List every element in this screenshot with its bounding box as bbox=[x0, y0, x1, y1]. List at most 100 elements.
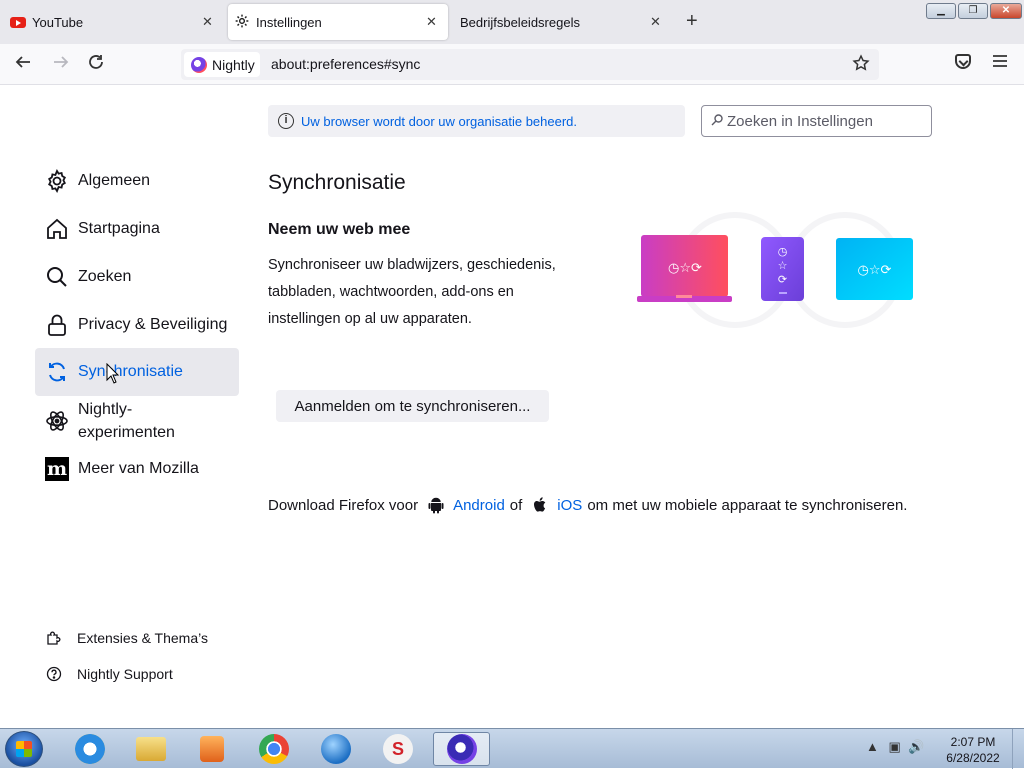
tab-title: YouTube bbox=[32, 14, 84, 30]
sidebar-item-general[interactable]: Algemeen bbox=[35, 157, 239, 205]
clock-date: 6/28/2022 bbox=[946, 751, 1000, 765]
sidebar-item-sync[interactable]: Synchronisatie bbox=[35, 348, 239, 396]
firefox-nightly-icon bbox=[446, 734, 477, 764]
gear-icon bbox=[45, 169, 69, 193]
sidebar-item-label: Synchronisatie bbox=[78, 363, 183, 380]
media-player-icon bbox=[200, 736, 224, 762]
youtube-icon bbox=[10, 16, 26, 28]
android-link[interactable]: Android bbox=[453, 497, 505, 514]
nightly-support-link[interactable]: Nightly Support bbox=[46, 666, 173, 682]
footer-link-label: Nightly Support bbox=[77, 666, 173, 682]
android-icon bbox=[427, 496, 445, 514]
identity-label: Nightly bbox=[212, 56, 255, 73]
sidebar-item-label: Algemeen bbox=[78, 172, 151, 189]
sidebar-item-experiments[interactable]: Nightly- experimenten bbox=[35, 397, 239, 445]
chrome-icon bbox=[259, 734, 289, 764]
taskbar: S ▲ ▣ 🔊 2:07 PM 6/28/2022 bbox=[0, 728, 1024, 769]
url-bar[interactable]: Nightly about:preferences#sync bbox=[181, 49, 879, 80]
lock-icon bbox=[45, 313, 69, 337]
atom-icon bbox=[45, 409, 69, 433]
help-icon bbox=[46, 666, 62, 682]
arrow-right-icon bbox=[54, 56, 69, 68]
svg-text:⟳: ⟳ bbox=[778, 273, 787, 286]
forward-button[interactable] bbox=[52, 53, 70, 76]
tab-youtube[interactable]: YouTube ✕ bbox=[4, 4, 222, 40]
sync-devices-illustration: ◷☆⟳ ◷ ☆ ⟳ ◷☆⟳ bbox=[637, 212, 913, 328]
mozilla-icon: m bbox=[45, 457, 69, 481]
search-icon bbox=[711, 113, 723, 129]
navigation-toolbar: Nightly about:preferences#sync bbox=[0, 44, 1024, 85]
taskbar-firefox-nightly[interactable] bbox=[433, 732, 490, 766]
download-firefox-line: Download Firefox voor Android of iOS om … bbox=[268, 496, 907, 514]
reload-button[interactable] bbox=[87, 53, 105, 76]
clock-time: 2:07 PM bbox=[950, 735, 996, 749]
policy-link[interactable]: Uw browser wordt door uw organisatie beh… bbox=[301, 114, 577, 129]
sync-description: Synchroniseer uw bladwijzers, geschieden… bbox=[268, 257, 556, 327]
sidebar-item-label: Privacy & Beveiliging bbox=[78, 316, 228, 333]
download-prefix: Download Firefox voor bbox=[268, 496, 419, 514]
home-icon bbox=[45, 217, 69, 241]
tab-policies[interactable]: Bedrijfsbeleidsregels ✕ bbox=[452, 4, 670, 40]
show-hidden-icons-icon[interactable]: ▲ bbox=[866, 739, 879, 754]
taskbar-chrome[interactable] bbox=[248, 732, 300, 766]
footer-link-label: Extensies & Thema’s bbox=[77, 630, 208, 646]
sync-icon bbox=[45, 360, 69, 384]
identity-box[interactable]: Nightly bbox=[184, 52, 260, 77]
sidebar-item-privacy[interactable]: Privacy & Beveiliging bbox=[35, 301, 239, 349]
svg-text:◷☆⟳: ◷☆⟳ bbox=[668, 261, 702, 276]
taskbar-media-player[interactable] bbox=[186, 732, 238, 766]
tab-close-button[interactable]: ✕ bbox=[650, 14, 661, 30]
clock[interactable]: 2:07 PM 6/28/2022 bbox=[938, 734, 1008, 766]
sidebar-item-label: Zoeken bbox=[78, 268, 132, 285]
puzzle-icon bbox=[46, 630, 62, 646]
globe-icon bbox=[321, 734, 351, 764]
mouse-cursor-icon bbox=[106, 363, 120, 384]
nightly-logo-icon bbox=[191, 56, 207, 73]
tab-strip: YouTube ✕ Instellingen ✕ Bedrijfsbeleids… bbox=[0, 0, 1024, 44]
url-input[interactable]: about:preferences#sync bbox=[271, 56, 420, 72]
volume-icon[interactable]: 🔊 bbox=[908, 739, 924, 754]
download-of: of bbox=[509, 496, 523, 514]
sidebar-item-label: Meer van Mozilla bbox=[78, 460, 199, 477]
reload-icon bbox=[89, 55, 103, 69]
tab-close-button[interactable]: ✕ bbox=[202, 14, 213, 30]
tab-close-button[interactable]: ✕ bbox=[426, 14, 437, 30]
system-tray[interactable]: ▲ ▣ 🔊 bbox=[866, 739, 925, 755]
settings-search-input[interactable]: Zoeken in Instellingen bbox=[701, 105, 932, 137]
tab-settings[interactable]: Instellingen ✕ bbox=[228, 4, 448, 40]
sync-heading: Neem uw web mee bbox=[268, 221, 411, 238]
search-icon bbox=[45, 265, 69, 289]
s-app-icon: S bbox=[383, 734, 413, 764]
maximize-button[interactable]: ❐ bbox=[958, 3, 988, 19]
ios-link[interactable]: iOS bbox=[557, 497, 582, 514]
sign-in-to-sync-button[interactable]: Aanmelden om te synchroniseren... bbox=[276, 390, 549, 422]
svg-text:☆: ☆ bbox=[778, 259, 788, 272]
bookmark-star-icon[interactable] bbox=[852, 54, 870, 77]
show-desktop-button[interactable] bbox=[1012, 729, 1024, 769]
extensions-themes-link[interactable]: Extensies & Thema’s bbox=[46, 630, 208, 646]
sidebar-item-home[interactable]: Startpagina bbox=[35, 205, 239, 253]
internet-explorer-icon bbox=[75, 734, 105, 764]
close-window-button[interactable]: ✕ bbox=[990, 3, 1022, 19]
taskbar-globe[interactable] bbox=[310, 732, 362, 766]
tab-title: Bedrijfsbeleidsregels bbox=[460, 14, 580, 30]
taskbar-internet-explorer[interactable] bbox=[64, 732, 116, 766]
new-tab-button[interactable]: + bbox=[686, 11, 698, 31]
file-explorer-icon bbox=[136, 737, 166, 761]
sidebar-item-search[interactable]: Zoeken bbox=[35, 253, 239, 301]
info-icon: i bbox=[278, 113, 294, 129]
back-button[interactable] bbox=[14, 53, 32, 76]
taskbar-file-explorer[interactable] bbox=[125, 732, 177, 766]
sidebar-item-more-mozilla[interactable]: m Meer van Mozilla bbox=[35, 445, 239, 493]
svg-text:◷☆⟳: ◷☆⟳ bbox=[858, 263, 892, 278]
apple-icon bbox=[531, 496, 549, 514]
taskbar-s-app[interactable]: S bbox=[372, 732, 424, 766]
network-icon[interactable]: ▣ bbox=[889, 739, 901, 754]
svg-text:◷: ◷ bbox=[778, 245, 788, 258]
arrow-left-icon bbox=[15, 56, 30, 68]
start-button[interactable] bbox=[5, 731, 43, 767]
sidebar-item-label: Nightly- experimenten bbox=[78, 398, 175, 444]
hamburger-menu-icon[interactable] bbox=[992, 53, 1008, 74]
policy-banner: i Uw browser wordt door uw organisatie b… bbox=[268, 105, 685, 137]
minimize-button[interactable]: ▁ bbox=[926, 3, 956, 19]
